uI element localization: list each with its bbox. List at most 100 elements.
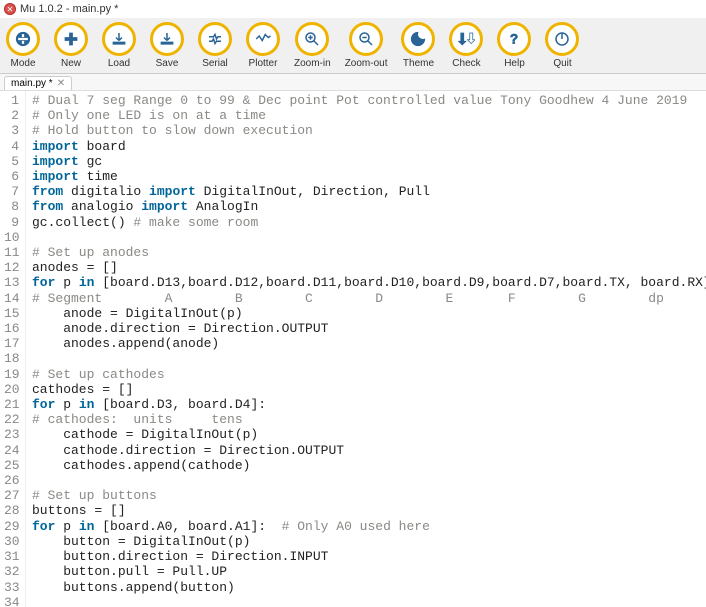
code-line[interactable]: cathode.direction = Direction.OUTPUT [32,443,706,458]
help-icon: ? [497,22,531,56]
mode-button[interactable]: Mode [6,22,40,69]
code-line[interactable]: # Set up anodes [32,245,706,260]
code-line[interactable]: import board [32,139,706,154]
line-number: 8 [4,199,19,214]
code-line[interactable]: for p in [board.A0, board.A1]: # Only A0… [32,519,706,534]
toolbar-label: Zoom-out [345,58,388,69]
line-number: 28 [4,503,19,518]
line-number: 6 [4,169,19,184]
toolbar-label: Save [156,58,179,69]
code-line[interactable]: for p in [board.D3, board.D4]: [32,397,706,412]
code-line[interactable]: import time [32,169,706,184]
code-line[interactable]: gc.collect() # make some room [32,215,706,230]
zoom-out-button[interactable]: Zoom-out [345,22,388,69]
code-line[interactable] [32,473,706,488]
line-number: 11 [4,245,19,260]
line-number: 17 [4,336,19,351]
app-icon: ✕ [4,3,16,15]
line-number: 3 [4,123,19,138]
line-number: 15 [4,306,19,321]
code-line[interactable]: # Dual 7 seg Range 0 to 99 & Dec point P… [32,93,706,108]
line-number: 4 [4,139,19,154]
code-line[interactable]: for p in [board.D13,board.D12,board.D11,… [32,275,706,290]
toolbar-label: Quit [553,58,571,69]
tab-label: main.py * [11,78,53,89]
toolbar-label: New [61,58,81,69]
code-line[interactable]: button = DigitalInOut(p) [32,534,706,549]
line-number: 27 [4,488,19,503]
quit-button[interactable]: Quit [545,22,579,69]
line-number: 12 [4,260,19,275]
zoom-in-icon [295,22,329,56]
line-number: 32 [4,564,19,579]
code-line[interactable]: # Set up cathodes [32,367,706,382]
load-button[interactable]: Load [102,22,136,69]
svg-text:?: ? [510,32,518,47]
code-line[interactable]: # Hold button to slow down execution [32,123,706,138]
toolbar-label: Check [452,58,480,69]
window-titlebar: ✕ Mu 1.0.2 - main.py * [0,0,706,18]
code-line[interactable] [32,230,706,245]
line-number: 22 [4,412,19,427]
toolbar-label: Help [504,58,525,69]
code-line[interactable]: # cathodes: units tens [32,412,706,427]
serial-icon [198,22,232,56]
tab-strip: main.py * ✕ [0,74,706,91]
code-line[interactable]: buttons = [] [32,503,706,518]
line-number: 24 [4,443,19,458]
line-number: 31 [4,549,19,564]
window-title: Mu 1.0.2 - main.py * [20,3,118,15]
toolbar-label: Zoom-in [294,58,331,69]
code-line[interactable]: import gc [32,154,706,169]
line-number: 5 [4,154,19,169]
code-line[interactable] [32,351,706,366]
save-button[interactable]: Save [150,22,184,69]
line-number: 21 [4,397,19,412]
code-line[interactable]: anode = DigitalInOut(p) [32,306,706,321]
code-line[interactable]: cathodes = [] [32,382,706,397]
code-line[interactable]: anode.direction = Direction.OUTPUT [32,321,706,336]
code-line[interactable]: cathodes.append(cathode) [32,458,706,473]
theme-button[interactable]: Theme [401,22,435,69]
code-line[interactable]: buttons.append(button) [32,580,706,595]
plotter-button[interactable]: Plotter [246,22,280,69]
code-line[interactable]: button.direction = Direction.INPUT [32,549,706,564]
theme-icon [401,22,435,56]
line-number: 13 [4,275,19,290]
code-line[interactable]: # Segment A B C D E F G dp [32,291,706,306]
help-button[interactable]: ? Help [497,22,531,69]
code-line[interactable] [32,595,706,607]
tab-main[interactable]: main.py * ✕ [4,76,72,90]
zoom-out-icon [349,22,383,56]
code-line[interactable]: # Only one LED is on at a time [32,108,706,123]
line-number: 2 [4,108,19,123]
code-line[interactable]: anodes.append(anode) [32,336,706,351]
line-number: 26 [4,473,19,488]
quit-icon [545,22,579,56]
close-icon[interactable]: ✕ [57,78,65,89]
code-line[interactable]: cathode = DigitalInOut(p) [32,427,706,442]
zoom-in-button[interactable]: Zoom-in [294,22,331,69]
check-button[interactable]: Check [449,22,483,69]
toolbar-label: Plotter [249,58,278,69]
code-line[interactable]: from analogio import AnalogIn [32,199,706,214]
line-number: 30 [4,534,19,549]
new-button[interactable]: New [54,22,88,69]
line-number: 14 [4,291,19,306]
line-gutter: 1234567891011121314151617181920212223242… [0,91,26,607]
line-number: 18 [4,351,19,366]
serial-button[interactable]: Serial [198,22,232,69]
line-number: 29 [4,519,19,534]
line-number: 25 [4,458,19,473]
code-line[interactable]: anodes = [] [32,260,706,275]
line-number: 7 [4,184,19,199]
code-editor[interactable]: 1234567891011121314151617181920212223242… [0,91,706,607]
load-icon [102,22,136,56]
code-line[interactable]: # Set up buttons [32,488,706,503]
code-line[interactable]: button.pull = Pull.UP [32,564,706,579]
line-number: 23 [4,427,19,442]
toolbar: Mode New Load Save Serial Plotter Zoom-in Zoom-… [0,18,706,74]
code-area[interactable]: # Dual 7 seg Range 0 to 99 & Dec point P… [26,91,706,607]
code-line[interactable]: from digitalio import DigitalInOut, Dire… [32,184,706,199]
line-number: 1 [4,93,19,108]
